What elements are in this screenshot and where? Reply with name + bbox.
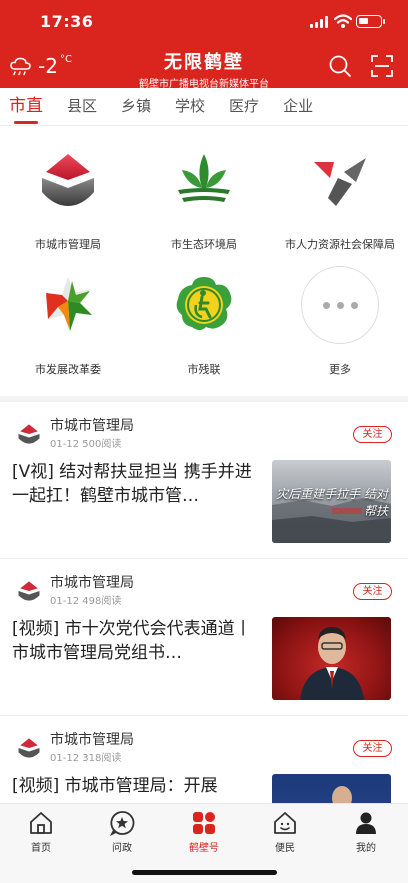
weather-widget[interactable]: -2 °C	[9, 52, 72, 80]
app-header: 17:36 -2 °C 无限鹤壁 鹤壁市广播电视台新媒体平台	[0, 0, 408, 90]
news-headline[interactable]: [视频] 市城市管理局：开展	[12, 774, 265, 798]
nav-label: 鹤壁号	[189, 843, 219, 854]
nav-home[interactable]: 首页	[11, 810, 71, 854]
news-source[interactable]: 市城市管理局	[50, 572, 134, 592]
grid-item-development-reform[interactable]: 市发展改革委	[0, 265, 136, 380]
app-brand: 无限鹤壁 鹤壁市广播电视台新媒体平台	[104, 48, 304, 90]
temperature-unit: °C	[59, 53, 72, 65]
news-source[interactable]: 市城市管理局	[50, 415, 134, 435]
news-thumbnail[interactable]	[272, 617, 391, 700]
tab-shizhi[interactable]: 市直	[9, 88, 43, 126]
avatar[interactable]	[15, 577, 43, 605]
city-management-logo	[28, 140, 108, 220]
follow-button[interactable]: 关注	[353, 740, 392, 757]
nav-label: 问政	[112, 843, 132, 854]
nav-hebihao[interactable]: 鹤壁号	[174, 810, 234, 854]
grid-label: 市发展改革委	[35, 363, 101, 376]
nav-label: 我的	[356, 843, 376, 854]
news-headline[interactable]: [V视] 结对帮扶显担当 携手并进一起扛！鹤壁市城市管…	[12, 460, 265, 508]
grid-label: 市残联	[187, 363, 221, 376]
development-reform-logo	[28, 265, 108, 345]
grid-label: 更多	[329, 363, 351, 376]
user-icon	[356, 812, 376, 834]
disabled-federation-logo	[164, 265, 244, 345]
grid-item-disabled-federation[interactable]: 市残联	[136, 265, 272, 380]
star-chat-icon	[109, 811, 135, 836]
smile-house-icon	[274, 812, 296, 834]
home-indicator	[132, 870, 277, 875]
status-time: 17:36	[40, 12, 94, 31]
news-meta: 01-12 498阅读	[50, 596, 122, 607]
follow-button[interactable]: 关注	[353, 583, 392, 600]
cloud-icon	[10, 57, 31, 76]
nav-mine[interactable]: 我的	[336, 810, 396, 854]
ecology-environment-logo	[164, 140, 244, 220]
scan-icon[interactable]	[370, 54, 394, 78]
grid-label: 市人力资源社会保障局	[285, 238, 395, 251]
apps-icon	[193, 812, 215, 834]
battery-icon	[356, 15, 385, 28]
avatar[interactable]	[15, 420, 43, 448]
human-resources-logo	[300, 140, 380, 220]
follow-button[interactable]: 关注	[353, 426, 392, 443]
search-icon[interactable]	[328, 54, 352, 78]
list-item[interactable]: 市城市管理局 01-12 498阅读 关注 [视频] 市十次党代会代表通道丨市城…	[0, 559, 408, 716]
grid-label: 市城市管理局	[35, 238, 101, 251]
tab-xianqu[interactable]: 县区	[67, 88, 97, 126]
home-icon	[30, 812, 52, 834]
tab-qiye[interactable]: 企业	[283, 88, 313, 126]
nav-label: 便民	[275, 843, 295, 854]
avatar[interactable]	[15, 734, 43, 762]
nav-label: 首页	[31, 843, 51, 854]
nav-bianmin[interactable]: 便民	[255, 810, 315, 854]
thumbnail-caption: 灾后重建手拉手 结对帮扶	[276, 487, 388, 518]
tab-xuexiao[interactable]: 学校	[175, 88, 205, 126]
tab-xiangzhen[interactable]: 乡镇	[121, 88, 151, 126]
news-headline[interactable]: [视频] 市十次党代会代表通道丨市城市管理局党组书…	[12, 617, 265, 665]
grid-item-city-management[interactable]: 市城市管理局	[0, 140, 136, 255]
status-bar: 17:36	[0, 0, 408, 44]
app-title: 无限鹤壁	[164, 52, 244, 73]
bottom-navigation: 首页 问政 鹤壁号 便民 我的	[0, 803, 408, 883]
news-meta: 01-12 500阅读	[50, 439, 122, 450]
department-grid: 市城市管理局 市生态环境局 市人力资源社会保障局 市发展改革委 市残联 更多	[0, 140, 408, 380]
news-source[interactable]: 市城市管理局	[50, 729, 134, 749]
grid-label: 市生态环境局	[171, 238, 237, 251]
temperature: -2	[38, 54, 58, 78]
nav-wenzheng[interactable]: 问政	[92, 810, 152, 854]
category-tabs: 市直 县区 乡镇 学校 医疗 企业	[0, 88, 408, 126]
more-icon	[300, 265, 380, 345]
grid-item-human-resources[interactable]: 市人力资源社会保障局	[272, 140, 408, 255]
grid-item-more[interactable]: 更多	[272, 265, 408, 380]
news-thumbnail[interactable]: 灾后重建手拉手 结对帮扶	[272, 460, 391, 543]
wifi-icon	[334, 14, 352, 28]
cellular-signal-icon	[310, 16, 328, 28]
grid-item-ecology[interactable]: 市生态环境局	[136, 140, 272, 255]
news-meta: 01-12 318阅读	[50, 753, 122, 764]
list-item[interactable]: 市城市管理局 01-12 500阅读 关注 [V视] 结对帮扶显担当 携手并进一…	[0, 402, 408, 559]
tab-yiliao[interactable]: 医疗	[229, 88, 259, 126]
